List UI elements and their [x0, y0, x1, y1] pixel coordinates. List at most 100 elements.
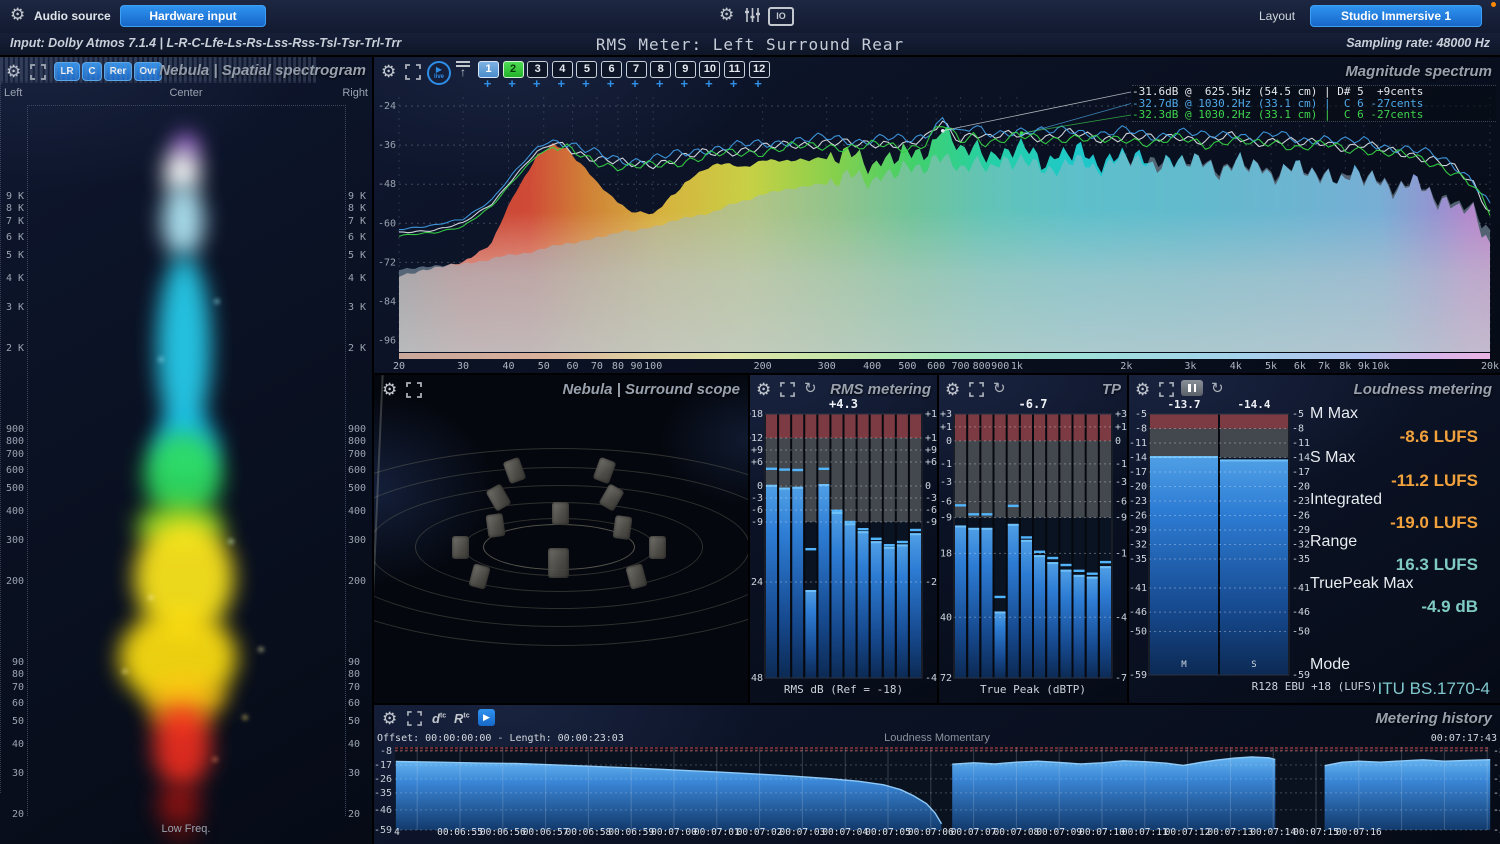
- scope-speaker-box: [452, 536, 469, 559]
- freq-tick-label-left: 30: [2, 768, 24, 779]
- svg-text:-48: -48: [750, 673, 763, 684]
- magnitude-panel-title: Magnitude spectrum: [1345, 63, 1492, 80]
- rms-settings-gear-icon[interactable]: ⚙: [756, 381, 771, 398]
- audio-source-gear-icon[interactable]: ⚙: [10, 6, 25, 23]
- svg-text:+4.3: +4.3: [829, 397, 858, 411]
- svg-text:20: 20: [393, 361, 405, 372]
- tp-reset-icon[interactable]: ↻: [993, 379, 1006, 397]
- preset-selector-button[interactable]: Studio Immersive 1: [1310, 5, 1482, 27]
- svg-text:300: 300: [818, 361, 836, 372]
- tp-panel-title: TP: [1102, 381, 1121, 398]
- svg-text:-41: -41: [1292, 583, 1310, 594]
- rms-reset-icon[interactable]: ↻: [804, 379, 817, 397]
- spectrum-slot-add-7[interactable]: +: [626, 76, 645, 91]
- activity-indicator-dot: [1491, 2, 1496, 7]
- svg-text:00:07:04: 00:07:04: [822, 827, 868, 838]
- svg-text:00:07:12: 00:07:12: [1165, 827, 1211, 838]
- freq-tick-label-left: 8 K: [2, 203, 24, 214]
- svg-text:-32: -32: [1129, 540, 1147, 551]
- history-play-button[interactable]: ▶: [478, 709, 495, 726]
- history-settings-gear-icon[interactable]: ⚙: [382, 710, 397, 727]
- scope-fullscreen-icon[interactable]: [406, 382, 422, 403]
- svg-text:00:07:07: 00:07:07: [951, 827, 997, 838]
- svg-text:10k: 10k: [1371, 361, 1389, 372]
- rms-fullscreen-icon[interactable]: [780, 382, 795, 402]
- svg-text:-6: -6: [925, 505, 937, 516]
- history-chart[interactable]: -8-8-17-17-26-26-35-35-46-46-59-59400:06…: [374, 747, 1500, 844]
- spectrum-slot-add-6[interactable]: +: [601, 76, 620, 91]
- freq-tick-label-left: 200: [2, 576, 24, 587]
- info-bar: Input: Dolby Atmos 7.1.4 | L-R-C-Lfe-Ls-…: [0, 33, 1500, 55]
- svg-text:-3: -3: [925, 493, 937, 504]
- spectrum-slot-add-9[interactable]: +: [675, 76, 694, 91]
- svg-text:00:07:08: 00:07:08: [994, 827, 1040, 838]
- svg-text:-26: -26: [374, 774, 392, 785]
- svg-text:+6: +6: [925, 457, 937, 468]
- spectrum-slot-add-11[interactable]: +: [724, 76, 743, 91]
- loudness-metering-panel: -5-5-8-8-11-11-14-14-17-17-20-20-23-23-2…: [1129, 375, 1500, 703]
- svg-text:500: 500: [898, 361, 916, 372]
- svg-text:80: 80: [612, 361, 624, 372]
- true-peak-panel: +3+3+1+100-1-1-3-3-6-6-9-9-18-18-40-40-7…: [939, 375, 1127, 703]
- relative-timecode-icon[interactable]: Rtc: [454, 711, 470, 726]
- spatial-panel-title: Nebula | Spatial spectrogram: [159, 62, 366, 79]
- channel-filter-lr-button[interactable]: LR: [54, 62, 80, 81]
- tp-fullscreen-icon[interactable]: [969, 382, 984, 402]
- spectrum-slot-add-8[interactable]: +: [650, 76, 669, 91]
- svg-text:-11: -11: [1292, 438, 1310, 449]
- freq-gridline: [0, 59, 316, 60]
- svg-text:-50: -50: [1292, 627, 1310, 638]
- freq-gridline: [0, 57, 316, 58]
- svg-text:1k: 1k: [1011, 361, 1023, 372]
- spatial-fullscreen-icon[interactable]: [30, 64, 46, 85]
- offset-timecode-icon[interactable]: dtc: [432, 711, 446, 726]
- loudness-pause-button[interactable]: [1181, 380, 1203, 396]
- svg-text:00:07:16: 00:07:16: [1336, 827, 1382, 838]
- spatial-settings-gear-icon[interactable]: ⚙: [6, 63, 21, 80]
- channel-filter-rear-button[interactable]: Rer: [104, 62, 132, 81]
- svg-text:400: 400: [863, 361, 881, 372]
- tp-settings-gear-icon[interactable]: ⚙: [945, 381, 960, 398]
- history-fullscreen-icon[interactable]: [407, 711, 422, 731]
- loudness-fullscreen-icon[interactable]: [1159, 382, 1174, 402]
- svg-text:-59: -59: [374, 825, 392, 836]
- surround-scope-display[interactable]: [374, 375, 748, 703]
- svg-text:60: 60: [566, 361, 578, 372]
- scope-settings-gear-icon[interactable]: ⚙: [382, 381, 397, 398]
- svg-text:-20: -20: [1129, 482, 1147, 493]
- hardware-input-button[interactable]: Hardware input: [120, 5, 266, 27]
- metering-history-panel: ⚙ dtc Rtc ▶ Metering history Offset: 00:…: [374, 705, 1500, 844]
- freq-tick-label-left: 400: [2, 506, 24, 517]
- svg-text:-72: -72: [378, 257, 396, 268]
- spectrum-slot-add-4[interactable]: +: [552, 76, 571, 91]
- freq-tick-label-right: 6 K: [348, 232, 372, 243]
- spectrum-slot-add-1[interactable]: +: [478, 76, 497, 91]
- spectrum-slot-add-10[interactable]: +: [699, 76, 718, 91]
- io-routing-icon[interactable]: IO: [768, 7, 794, 26]
- settings-gear-icon[interactable]: ⚙: [719, 6, 734, 23]
- svg-text:-23: -23: [1129, 496, 1147, 507]
- freq-tick-label-left: 5 K: [2, 250, 24, 261]
- svg-text:-17: -17: [374, 760, 392, 771]
- channel-filter-c-button[interactable]: C: [82, 62, 102, 81]
- freq-tick-label-left: 20: [2, 809, 24, 820]
- svg-text:-5: -5: [1135, 409, 1147, 420]
- loudness-settings-gear-icon[interactable]: ⚙: [1135, 381, 1150, 398]
- mixer-sliders-icon[interactable]: [744, 6, 761, 29]
- cursor-readout-line: -32.3dB @ 1030.2Hz (33.1 cm) | C 6 -27ce…: [1132, 109, 1496, 121]
- spatial-spectrogram-display[interactable]: [27, 105, 346, 816]
- rms-panel-title: RMS metering: [830, 381, 931, 398]
- svg-text:-11: -11: [1129, 438, 1147, 449]
- spectrum-slot-add-3[interactable]: +: [527, 76, 546, 91]
- svg-text:-14: -14: [1129, 453, 1147, 464]
- spectrum-slot-add-2[interactable]: +: [503, 76, 522, 91]
- spectrum-slot-add-12[interactable]: +: [749, 76, 768, 91]
- spectrum-slot-add-5[interactable]: +: [576, 76, 595, 91]
- svg-text:200: 200: [754, 361, 772, 372]
- svg-text:+18: +18: [750, 409, 763, 420]
- freq-tick-label-left: 3 K: [2, 302, 24, 313]
- svg-text:00:06:59: 00:06:59: [608, 827, 654, 838]
- freq-tick-label-right: 7 K: [348, 216, 372, 227]
- loudness-reset-icon[interactable]: ↻: [1211, 379, 1224, 397]
- channel-filter-overhead-button[interactable]: Ovr: [134, 62, 162, 81]
